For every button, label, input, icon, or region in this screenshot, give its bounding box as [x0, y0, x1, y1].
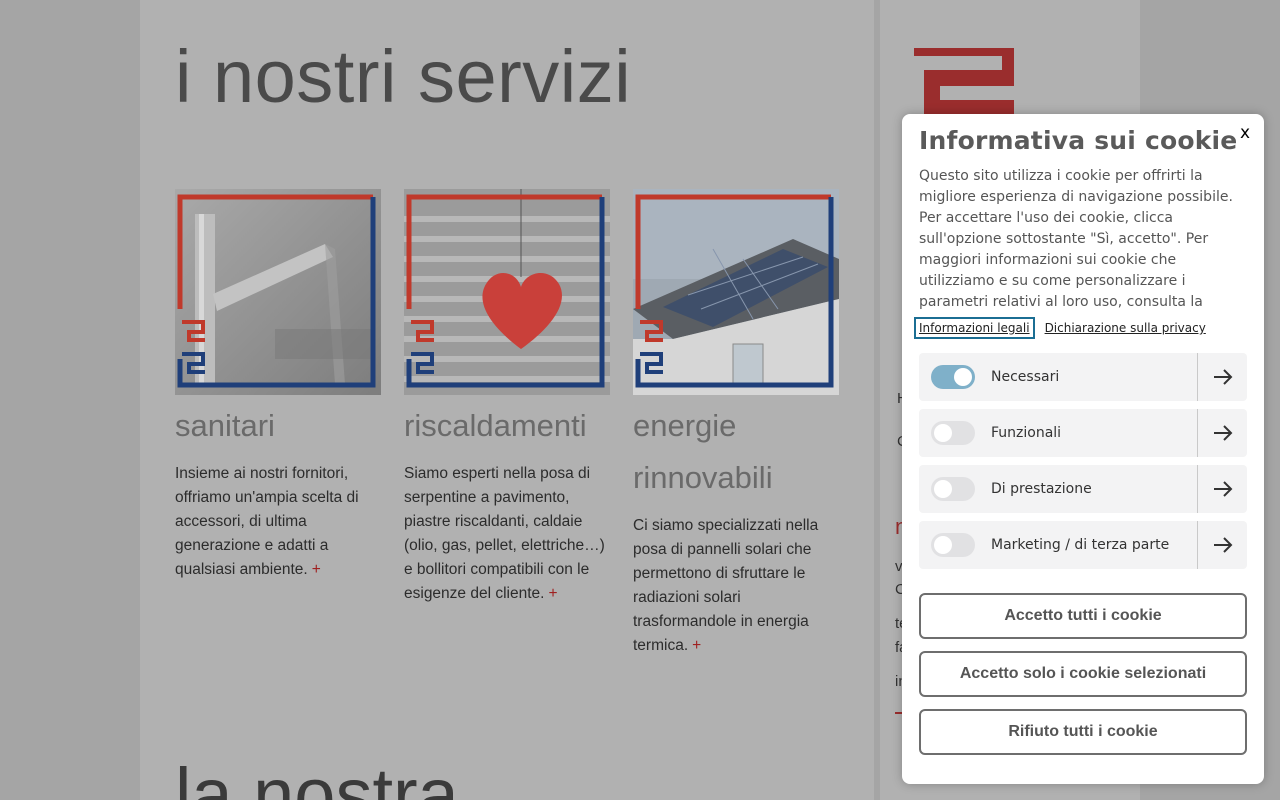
- reject-all-button[interactable]: Rifiuto tutti i cookie: [919, 709, 1247, 755]
- funzionali-toggle[interactable]: [931, 421, 975, 445]
- cookie-description[interactable]: Questo sito utilizza i cookie per offrir…: [919, 166, 1249, 312]
- toggle-knob: [934, 424, 952, 442]
- marketing-toggle[interactable]: [931, 533, 975, 557]
- toggle-knob: [934, 480, 952, 498]
- necessari-toggle[interactable]: [931, 365, 975, 389]
- arrow-right-icon[interactable]: [1198, 521, 1247, 569]
- close-button[interactable]: x: [1236, 122, 1254, 144]
- cookie-dialog-title: Informativa sui cookie: [919, 126, 1238, 155]
- accept-all-button[interactable]: Accetto tutti i cookie: [919, 593, 1247, 639]
- category-label: Necessari: [991, 369, 1060, 385]
- toggle-knob: [934, 536, 952, 554]
- cookie-category-necessari: Necessari: [919, 353, 1247, 401]
- category-label: Marketing / di terza parte: [991, 537, 1170, 553]
- arrow-right-icon[interactable]: [1198, 353, 1247, 401]
- cookie-category-funzionali: Funzionali: [919, 409, 1247, 457]
- toggle-knob: [954, 368, 972, 386]
- arrow-right-icon[interactable]: [1198, 409, 1247, 457]
- cookie-links: Informazioni legali Dichiarazione sulla …: [914, 317, 1206, 339]
- arrow-right-icon[interactable]: [1198, 465, 1247, 513]
- legal-info-link[interactable]: Informazioni legali: [914, 317, 1035, 339]
- cookie-category-prestazione: Di prestazione: [919, 465, 1247, 513]
- privacy-statement-link[interactable]: Dichiarazione sulla privacy: [1045, 321, 1206, 335]
- category-label: Di prestazione: [991, 481, 1092, 497]
- prestazione-toggle[interactable]: [931, 477, 975, 501]
- cookie-consent-dialog: x Informativa sui cookie Questo sito uti…: [902, 114, 1264, 784]
- category-label: Funzionali: [991, 425, 1062, 441]
- accept-selected-button[interactable]: Accetto solo i cookie selezionati: [919, 651, 1247, 697]
- cookie-category-marketing: Marketing / di terza parte: [919, 521, 1247, 569]
